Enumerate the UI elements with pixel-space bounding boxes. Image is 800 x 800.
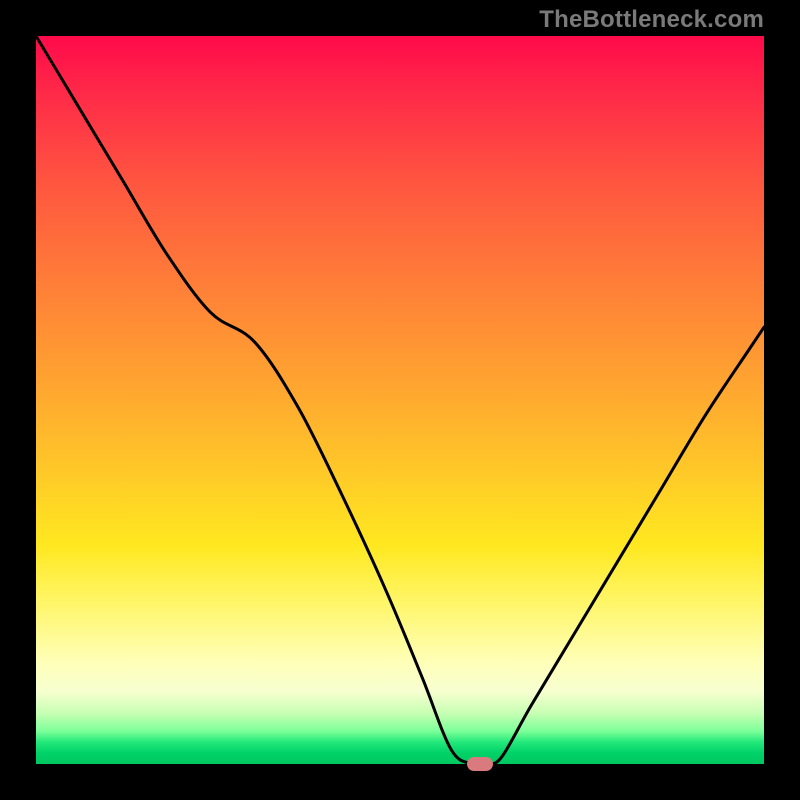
bottleneck-curve-path — [36, 36, 764, 765]
optimum-marker — [467, 757, 493, 771]
watermark-text: TheBottleneck.com — [539, 6, 764, 34]
bottleneck-curve — [36, 36, 764, 764]
chart-frame: TheBottleneck.com — [0, 0, 800, 800]
